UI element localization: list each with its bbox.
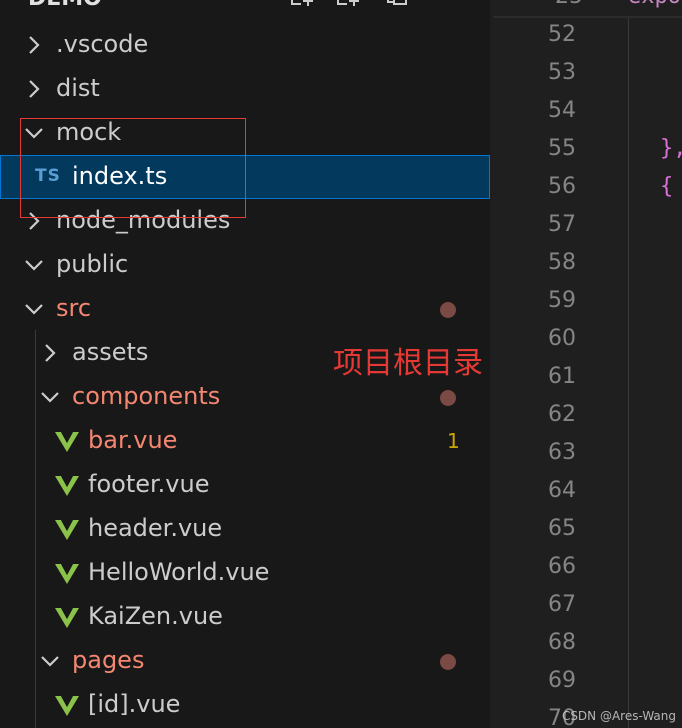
annotation-highlight-box [20, 118, 246, 218]
line-number: 53 [548, 60, 576, 85]
code-line: }, [660, 136, 682, 161]
line-number: 68 [548, 630, 576, 655]
tree-item-pages[interactable]: pages [0, 639, 490, 683]
chevron-right-icon [29, 80, 40, 98]
tree-item-label: header.vue [88, 514, 223, 542]
line-number: 52 [548, 22, 576, 47]
vue-file-icon [55, 520, 79, 540]
error-dot-badge [440, 654, 456, 670]
line-number: 58 [548, 250, 576, 275]
line-number: 69 [548, 668, 576, 693]
refresh-icon[interactable] [384, 0, 412, 8]
vue-file-icon [55, 476, 79, 496]
chevron-right-icon [29, 36, 40, 54]
problem-count-badge: 1 [447, 429, 460, 453]
line-number: 64 [548, 478, 576, 503]
tree-item-kaizen-vue[interactable]: KaiZen.vue [0, 595, 490, 639]
tree-item-footer-vue[interactable]: footer.vue [0, 463, 490, 507]
line-number: 61 [548, 364, 576, 389]
chevron-down-icon [41, 656, 59, 667]
tree-item-dist[interactable]: dist [0, 67, 490, 111]
line-number: 55 [548, 136, 576, 161]
vue-file-icon [55, 608, 79, 628]
tree-item-header-vue[interactable]: header.vue [0, 507, 490, 551]
indent-guide [628, 18, 629, 728]
tree-item-label: HelloWorld.vue [88, 558, 270, 586]
tree-item-label: components [72, 382, 221, 410]
tree-item-label: dist [56, 74, 100, 102]
code-line: expo [628, 0, 681, 12]
tree-item-helloworld-vue[interactable]: HelloWorld.vue [0, 551, 490, 595]
tree-item-label: src [56, 294, 92, 322]
tree-item-label: footer.vue [88, 470, 210, 498]
new-folder-icon[interactable] [334, 0, 362, 8]
code-editor[interactable]: 25 expo 52 53 54 55 56 57 58 59 60 61 62… [493, 0, 682, 728]
tree-item-src[interactable]: src [0, 287, 490, 331]
tree-item-label: KaiZen.vue [88, 602, 223, 630]
line-number: 67 [548, 592, 576, 617]
tree-item-label: pages [72, 646, 145, 674]
line-number: 60 [548, 326, 576, 351]
explorer-title: DEMO [28, 0, 102, 11]
explorer-header: DEMO [0, 0, 490, 20]
tree-item-label: .vscode [56, 30, 149, 58]
tree-item-public[interactable]: public [0, 243, 490, 287]
error-dot-badge [440, 390, 456, 406]
tree-item-bar-vue[interactable]: bar.vue 1 [0, 419, 490, 463]
annotation-label: 项目根目录 [333, 346, 483, 381]
line-number: 59 [548, 288, 576, 313]
chevron-down-icon [25, 304, 43, 315]
chevron-down-icon [25, 260, 43, 271]
more-icon[interactable] [430, 0, 458, 8]
chevron-right-icon [45, 344, 56, 362]
line-number: 54 [548, 98, 576, 123]
tree-item-label: assets [72, 338, 149, 366]
tree-item-label: [id].vue [88, 690, 181, 718]
line-number: 63 [548, 440, 576, 465]
chevron-down-icon [41, 392, 59, 403]
vue-file-icon [55, 696, 79, 716]
code-line: { [660, 174, 674, 199]
tree-item-id-vue[interactable]: [id].vue [0, 683, 490, 727]
tree-item-vscode[interactable]: .vscode [0, 23, 490, 67]
new-file-icon[interactable] [288, 0, 316, 8]
line-number: 56 [548, 174, 576, 199]
watermark: CSDN @Ares-Wang [561, 709, 676, 723]
vue-file-icon [55, 564, 79, 584]
tree-item-label: bar.vue [88, 426, 178, 454]
tree-item-label: public [56, 250, 129, 278]
vue-file-icon [55, 432, 79, 452]
line-number: 25 [543, 0, 583, 12]
error-dot-badge [440, 302, 456, 318]
line-number: 66 [548, 554, 576, 579]
line-number: 57 [548, 212, 576, 237]
line-number: 65 [548, 516, 576, 541]
sticky-scroll-header: 25 expo [493, 0, 682, 18]
line-number: 62 [548, 402, 576, 427]
